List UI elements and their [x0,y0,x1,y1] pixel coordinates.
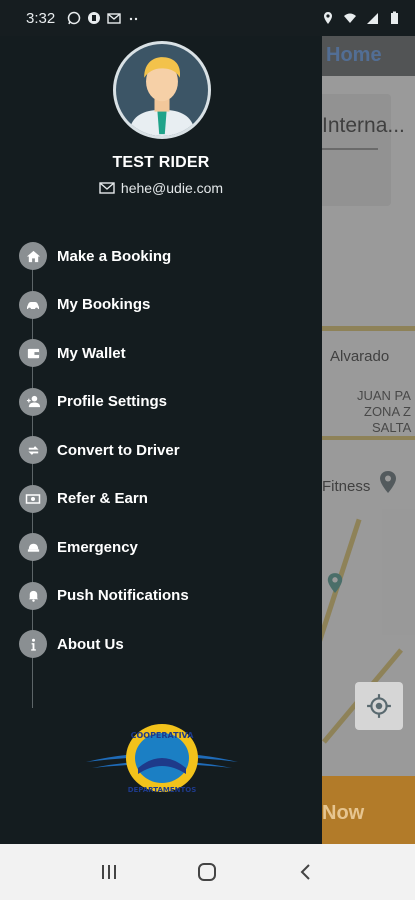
money-icon [19,484,47,513]
logo-text-bottom: DEPARTAMENTOS [128,786,197,794]
menu-item-label: My Wallet [57,344,126,362]
user-avatar-icon [116,44,208,136]
menu-item-label: Push Notifications [57,587,189,605]
mail-icon [107,13,121,24]
mail-icon [99,182,115,194]
menu-item-label: Refer & Earn [57,490,148,508]
menu-item-label: Convert to Driver [57,441,180,459]
menu-item-convert-driver[interactable]: Convert to Driver [0,426,322,475]
back-icon [300,864,310,880]
menu-item-make-booking[interactable]: Make a Booking [0,232,322,281]
crosshair-icon [367,694,391,718]
status-time: 3:32 [26,9,56,27]
menu-item-profile-settings[interactable]: Profile Settings [0,378,322,427]
app-icon [88,12,101,24]
menu-item-my-bookings[interactable]: My Bookings [0,281,322,330]
recent-apps-button[interactable] [89,852,129,892]
menu-item-label: My Bookings [57,296,151,314]
status-left: 3:32 [26,10,141,27]
profile-icon [19,387,47,416]
whatsapp-icon [67,11,81,25]
recent-apps-icon [102,865,117,879]
menu-item-label: About Us [57,635,124,653]
avatar[interactable] [113,41,211,139]
book-now-button[interactable]: Now [322,776,415,844]
menu-item-label: Make a Booking [57,247,172,265]
car-icon [19,290,47,319]
dots-icon [130,17,138,21]
logo-text-top: COOPERATIVA [131,731,195,740]
book-now-label: Now [322,802,365,824]
info-icon [19,630,47,659]
status-right [321,11,401,25]
navigation-drawer: TEST RIDER hehe@udie.com Make a Booking … [0,36,322,844]
drawer-menu: Make a Booking My Bookings My Wallet Pro… [0,232,322,669]
menu-item-refer-earn[interactable]: Refer & Earn [0,475,322,524]
battery-icon [391,11,398,24]
status-bar: 3:32 [0,0,415,36]
menu-item-about-us[interactable]: About Us [0,620,322,669]
menu-item-push-notifications[interactable]: Push Notifications [0,572,322,621]
menu-item-emergency[interactable]: Emergency [0,523,322,572]
home-circle-icon [198,863,217,881]
signal-icon [367,13,378,24]
locate-me-button[interactable] [355,682,403,730]
wallet-icon [19,339,47,368]
menu-item-my-wallet[interactable]: My Wallet [0,329,322,378]
location-icon [324,12,332,24]
system-nav-bar [0,844,415,900]
user-name: TEST RIDER [112,154,210,171]
menu-item-label: Emergency [57,538,138,556]
wifi-icon [344,13,356,23]
back-button[interactable] [286,852,326,892]
user-email: hehe@udie.com [120,180,224,196]
home-button[interactable] [187,852,227,892]
menu-item-label: Profile Settings [57,393,168,411]
bell-icon [19,581,47,610]
cooperativa-logo: COOPERATIVA DEPARTAMENTOS [86,724,238,794]
swap-icon [19,436,47,465]
home-icon [19,242,47,271]
emergency-icon [19,533,47,562]
user-email-row: hehe@udie.com [0,180,322,196]
